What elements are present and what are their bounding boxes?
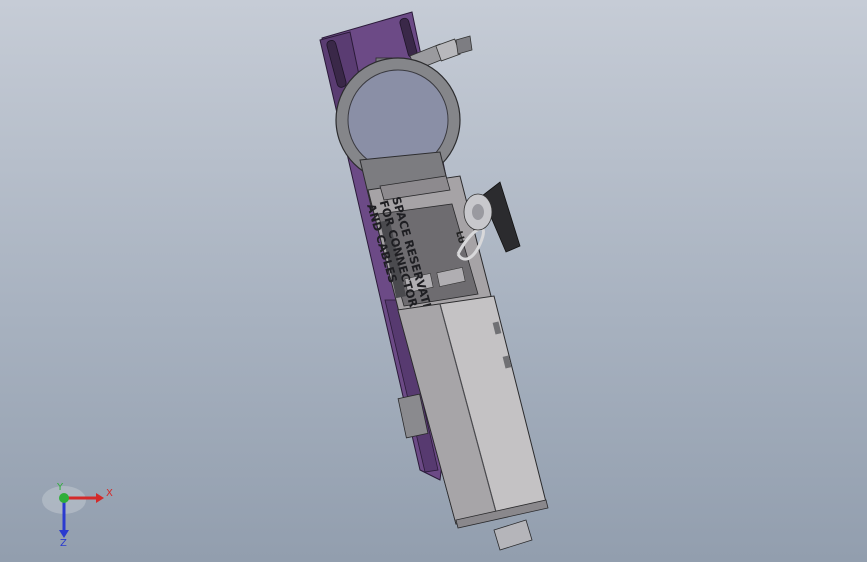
graphics-viewport[interactable]: SPACE RESERVATION FOR CONNECTORS AND CAB… [0,0,867,562]
coordinate-triad[interactable]: X Y Z [40,478,130,548]
battery-canister[interactable] [397,295,549,551]
x-axis-label: X [106,488,113,499]
z-axis-label: Z [60,538,67,548]
bottom-connector[interactable] [493,519,533,551]
y-axis-dot [59,493,69,503]
z-arrow-head [59,530,69,538]
x-arrow-head [96,493,104,503]
y-axis-label: Y [56,482,64,493]
cad-model[interactable]: SPACE RESERVATION FOR CONNECTORS AND CAB… [0,0,867,562]
